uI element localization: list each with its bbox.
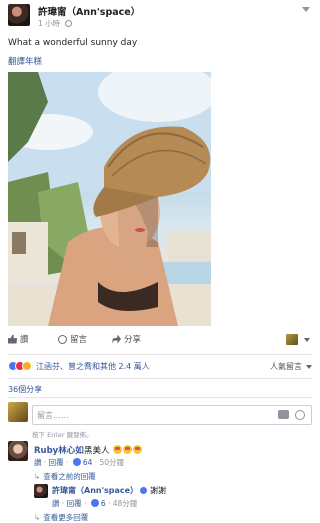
page-selector-avatar[interactable] bbox=[286, 334, 298, 345]
reply-meta: 讚 · 回覆 · 6 · 48分鐘 bbox=[52, 499, 138, 508]
author-name[interactable]: 許瑋甯（Ann'space） bbox=[38, 4, 140, 18]
comment-text: 黑美人 bbox=[84, 444, 143, 456]
post-time[interactable]: 1 小時 bbox=[38, 19, 60, 28]
share-label: 分享 bbox=[124, 335, 142, 345]
composer-hint: 按下 Enter 鍵發佈。 bbox=[32, 431, 93, 439]
camera-icon[interactable] bbox=[278, 410, 289, 419]
comment-input[interactable]: 留言…… bbox=[32, 405, 312, 425]
reply-like-count[interactable]: 6 bbox=[101, 499, 106, 508]
author-avatar[interactable] bbox=[8, 4, 30, 26]
divider bbox=[8, 354, 312, 355]
viewer-avatar bbox=[8, 402, 28, 422]
view-previous-replies[interactable]: ↳ 查看之前的回覆 bbox=[34, 471, 96, 482]
comment-author[interactable]: Ruby林心如 bbox=[34, 444, 84, 456]
view-more-replies[interactable]: ↳ 查看更多回覆 bbox=[34, 512, 88, 523]
chevron-down-icon[interactable] bbox=[302, 7, 310, 12]
reply-author: 許瑋甯（Ann'space） 謝謝 bbox=[52, 485, 166, 496]
globe-icon bbox=[64, 20, 72, 27]
shares-count[interactable]: 36個分享 bbox=[8, 384, 42, 395]
comment-icon bbox=[58, 334, 67, 344]
comment-meta: 讚 · 回覆 · 64 · 50分鐘 bbox=[34, 458, 125, 467]
reactions-summary[interactable]: 江函芬、曾之喬和其他 2.4 萬人 bbox=[36, 361, 150, 372]
verified-badge-icon bbox=[140, 487, 148, 494]
share-icon bbox=[112, 334, 121, 344]
like-label: 讚 bbox=[20, 335, 29, 345]
reply-arrow-icon: ↳ bbox=[34, 472, 41, 481]
divider bbox=[8, 397, 312, 398]
view-more-replies-label: 查看更多回覆 bbox=[43, 513, 89, 522]
post-text: What a wonderful sunny day bbox=[8, 38, 138, 48]
emoji-icon[interactable] bbox=[295, 410, 305, 420]
like-count-icon bbox=[90, 499, 99, 507]
chevron-down-icon[interactable] bbox=[304, 338, 310, 342]
reactions-bar: 江函芬、曾之喬和其他 2.4 萬人 人氣留言 bbox=[8, 360, 312, 374]
post-timestamp[interactable]: 1 小時 bbox=[38, 18, 72, 29]
post-actions: 讚 留言 分享 bbox=[8, 333, 312, 351]
comment-text-body: 黑美人 bbox=[84, 446, 110, 456]
comment-button[interactable]: 留言 bbox=[58, 333, 87, 345]
heart-eyes-emoji-icon bbox=[123, 445, 133, 454]
comment-like-count[interactable]: 64 bbox=[83, 458, 93, 467]
reply-text: 謝謝 bbox=[150, 486, 167, 495]
commenter-avatar[interactable] bbox=[8, 441, 28, 461]
post-header: 許瑋甯（Ann'space） 1 小時 bbox=[8, 4, 312, 32]
share-button[interactable]: 分享 bbox=[112, 333, 141, 345]
chevron-down-icon[interactable] bbox=[306, 365, 312, 369]
view-previous-replies-label: 查看之前的回覆 bbox=[43, 472, 96, 481]
reply-time[interactable]: 48分鐘 bbox=[113, 499, 138, 508]
comment-input-placeholder: 留言…… bbox=[37, 411, 69, 420]
comment-reply-button[interactable]: 回覆 bbox=[49, 458, 64, 467]
divider bbox=[8, 378, 312, 379]
like-count-icon bbox=[72, 458, 81, 466]
reply-arrow-icon: ↳ bbox=[34, 513, 41, 522]
post-photo[interactable] bbox=[8, 72, 211, 326]
heart-eyes-emoji-icon bbox=[113, 445, 123, 454]
reply-author-name[interactable]: 許瑋甯（Ann'space） bbox=[52, 486, 138, 495]
haha-reaction-icon[interactable] bbox=[22, 361, 32, 371]
translate-link[interactable]: 翻譯年糕 bbox=[8, 55, 42, 67]
comment-label: 留言 bbox=[70, 335, 88, 345]
thumbs-up-icon bbox=[8, 334, 17, 344]
reply-author-avatar[interactable] bbox=[34, 484, 48, 498]
reply-reply-button[interactable]: 回覆 bbox=[67, 499, 82, 508]
like-button[interactable]: 讚 bbox=[8, 333, 29, 345]
heart-eyes-emoji-icon bbox=[133, 445, 143, 454]
comment-time[interactable]: 50分鐘 bbox=[100, 458, 125, 467]
post-photo-image bbox=[8, 72, 211, 326]
reply-like-button[interactable]: 讚 bbox=[52, 499, 60, 508]
comment-like-button[interactable]: 讚 bbox=[34, 458, 42, 467]
comment-sort-dropdown[interactable]: 人氣留言 bbox=[270, 361, 302, 372]
